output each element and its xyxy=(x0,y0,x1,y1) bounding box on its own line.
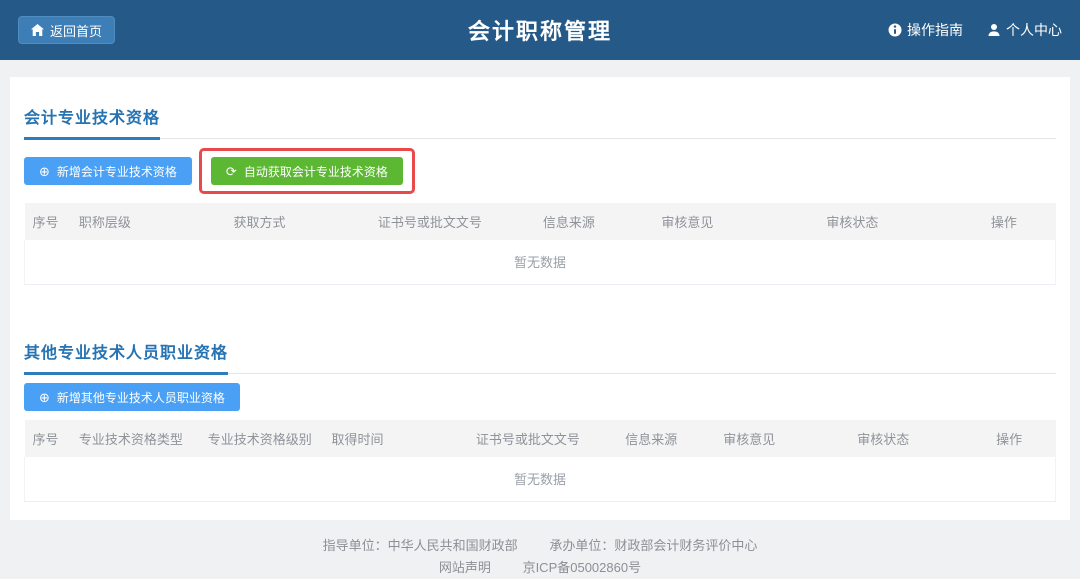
page-title: 会计职称管理 xyxy=(468,14,612,46)
main-card: 会计专业技术资格 ⊕ 新增会计专业技术资格 ⟳ 自动获取会计专业技术资格 序号 … xyxy=(10,77,1070,520)
section2-button-row: ⊕ 新增其他专业技术人员职业资格 xyxy=(24,383,1056,411)
column-header: 取得时间 xyxy=(323,420,467,457)
column-header: 信息来源 xyxy=(617,420,715,457)
empty-state-row: 暂无数据 xyxy=(25,240,1056,285)
back-home-label: 返回首页 xyxy=(50,21,102,40)
other-qualification-table: 序号 专业技术资格类型 专业技术资格级别 取得时间 证书号或批文文号 信息来源 … xyxy=(24,420,1056,502)
personal-center-label: 个人中心 xyxy=(1006,20,1062,40)
footer-guidance-unit: 指导单位：中华人民共和国财政部 xyxy=(323,538,518,553)
accounting-qualification-table: 序号 职称层级 获取方式 证书号或批文文号 信息来源 审核意见 审核状态 操作 … xyxy=(24,203,1056,285)
add-accounting-qualification-button[interactable]: ⊕ 新增会计专业技术资格 xyxy=(24,157,192,185)
add-other-qualification-label: 新增其他专业技术人员职业资格 xyxy=(57,389,225,406)
top-bar: 返回首页 会计职称管理 操作指南 个人中心 xyxy=(0,0,1080,60)
column-header: 操作 xyxy=(952,203,1055,240)
column-header: 序号 xyxy=(25,420,71,457)
top-bar-right: 操作指南 个人中心 xyxy=(888,20,1062,40)
user-icon xyxy=(987,23,1001,37)
column-header: 证书号或批文文号 xyxy=(370,203,535,240)
info-icon xyxy=(888,23,902,37)
column-header: 获取方式 xyxy=(226,203,370,240)
column-header: 审核状态 xyxy=(849,420,962,457)
column-header: 审核状态 xyxy=(818,203,952,240)
empty-state-row: 暂无数据 xyxy=(25,457,1056,502)
personal-center-link[interactable]: 个人中心 xyxy=(987,20,1062,40)
icp-number: 京ICP备05002860号 xyxy=(523,560,642,575)
column-header: 审核意见 xyxy=(715,420,849,457)
column-header: 专业技术资格类型 xyxy=(71,420,200,457)
column-header: 职称层级 xyxy=(71,203,226,240)
section1-header: 会计专业技术资格 xyxy=(24,77,1056,139)
section1-title: 会计专业技术资格 xyxy=(24,104,160,140)
footer-line-1: 指导单位：中华人民共和国财政部 承办单位：财政部会计财务评价中心 xyxy=(0,535,1080,557)
table-header-row: 序号 职称层级 获取方式 证书号或批文文号 信息来源 审核意见 审核状态 操作 xyxy=(25,203,1056,240)
add-circle-icon: ⊕ xyxy=(39,391,50,404)
column-header: 证书号或批文文号 xyxy=(468,420,617,457)
operation-guide-link[interactable]: 操作指南 xyxy=(888,20,963,40)
auto-fetch-accounting-qualification-label: 自动获取会计专业技术资格 xyxy=(244,163,388,180)
column-header: 审核意见 xyxy=(653,203,818,240)
red-highlight-annotation: ⟳ 自动获取会计专业技术资格 xyxy=(199,148,415,194)
add-other-qualification-button[interactable]: ⊕ 新增其他专业技术人员职业资格 xyxy=(24,383,240,411)
section2-title: 其他专业技术人员职业资格 xyxy=(24,339,228,375)
refresh-icon: ⟳ xyxy=(226,165,237,178)
add-circle-icon: ⊕ xyxy=(39,165,50,178)
auto-fetch-accounting-qualification-button[interactable]: ⟳ 自动获取会计专业技术资格 xyxy=(211,157,403,185)
site-statement-link[interactable]: 网站声明 xyxy=(439,560,491,575)
add-accounting-qualification-label: 新增会计专业技术资格 xyxy=(57,163,177,180)
home-icon xyxy=(31,24,44,36)
section1-button-row: ⊕ 新增会计专业技术资格 ⟳ 自动获取会计专业技术资格 xyxy=(24,148,1056,194)
column-header: 序号 xyxy=(25,203,71,240)
footer-host-unit: 承办单位：财政部会计财务评价中心 xyxy=(549,538,757,553)
back-home-button[interactable]: 返回首页 xyxy=(18,16,115,44)
column-header: 专业技术资格级别 xyxy=(200,420,324,457)
table-header-row: 序号 专业技术资格类型 专业技术资格级别 取得时间 证书号或批文文号 信息来源 … xyxy=(25,420,1056,457)
page-footer: 指导单位：中华人民共和国财政部 承办单位：财政部会计财务评价中心 网站声明 京I… xyxy=(0,535,1080,579)
section2-header: 其他专业技术人员职业资格 xyxy=(24,312,1056,374)
column-header: 操作 xyxy=(963,420,1056,457)
empty-state-text: 暂无数据 xyxy=(25,240,1056,285)
footer-line-2: 网站声明 京ICP备05002860号 xyxy=(0,557,1080,579)
operation-guide-label: 操作指南 xyxy=(907,20,963,40)
empty-state-text: 暂无数据 xyxy=(25,457,1056,502)
column-header: 信息来源 xyxy=(535,203,654,240)
